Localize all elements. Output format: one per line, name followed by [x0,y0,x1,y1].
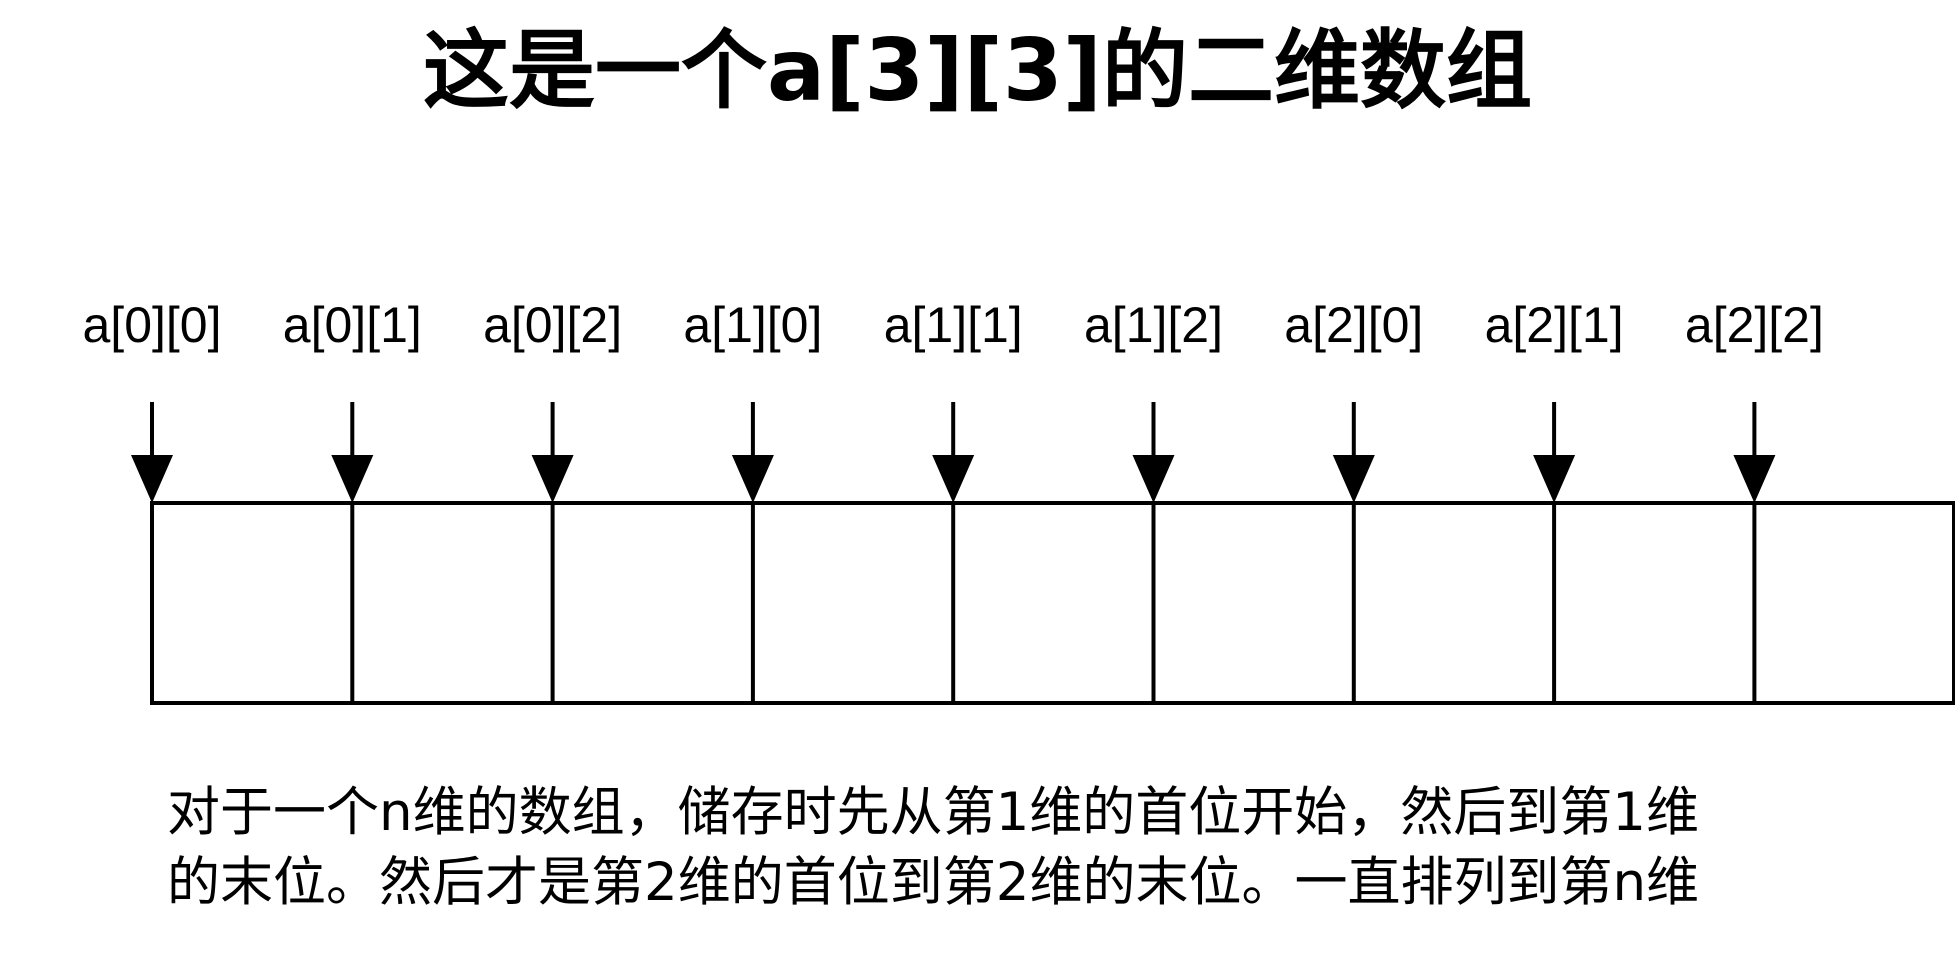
element-label: a[2][0] [1284,297,1423,353]
element-label: a[1][2] [1084,297,1223,353]
caption-text: 对于一个n维的数组，储存时先从第1维的首位开始，然后到第1维 的末位。然后才是第… [167,778,1917,918]
memory-block-outline [150,501,1955,705]
arrow-down-icon [1733,455,1776,503]
caption-line-2: 的末位。然后才是第2维的首位到第2维的末位。一直排列到第n维 [167,852,1700,913]
arrow-down-icon [731,455,774,503]
arrow-down-icon [1533,455,1576,503]
element-label: a[0][0] [83,297,222,353]
arrow-down-icon [932,455,975,503]
element-label: a[1][1] [884,297,1023,353]
arrow-down-icon [1332,455,1375,503]
memory-cells: a[0][0] a[0][1] a[0][2] a[1][0] a[1][1] a[1][… [83,297,1824,703]
caption-line-1: 对于一个n维的数组，储存时先从第1维的首位开始，然后到第1维 [167,782,1700,843]
element-label: a[2][2] [1685,297,1824,353]
element-label: a[0][2] [483,297,622,353]
element-label: a[1][0] [683,297,822,353]
arrow-down-icon [1132,455,1175,503]
element-label: a[2][1] [1485,297,1624,353]
element-label: a[0][1] [283,297,422,353]
arrow-down-icon [331,455,374,503]
arrow-down-icon [131,455,173,503]
arrow-down-icon [531,455,574,503]
